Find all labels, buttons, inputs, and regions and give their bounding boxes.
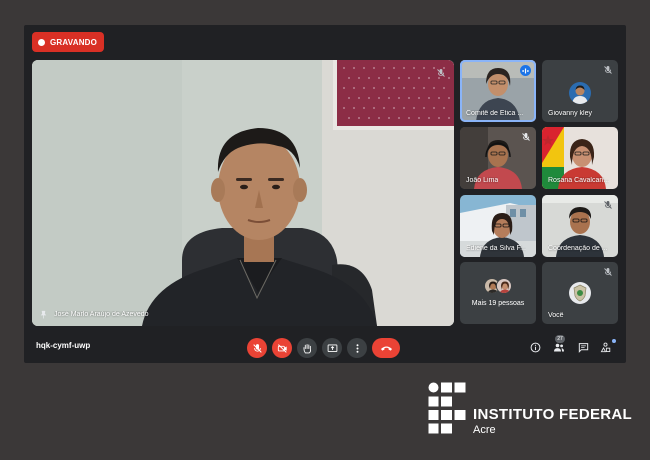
participant-count-badge: 27 xyxy=(555,335,565,343)
leave-call-button[interactable] xyxy=(372,338,400,358)
participant-tile-giovanny-kley[interactable]: Giovanny kley xyxy=(542,60,618,122)
participant-name: Você xyxy=(548,312,564,319)
mic-off-icon xyxy=(604,201,612,209)
participant-name: Rosana Cavalcan... xyxy=(548,177,610,184)
main-video-tile[interactable]: José Marlo Araújo de Azevedo xyxy=(32,60,454,326)
participant-tile-coordenacao[interactable]: Coordenação de ... xyxy=(542,195,618,257)
people-icon xyxy=(554,343,564,351)
mic-off-icon xyxy=(522,133,530,141)
recording-dot-icon xyxy=(38,38,45,46)
participant-tile-you[interactable]: Você xyxy=(542,262,618,324)
meeting-code: hqk-cymf-uwp xyxy=(36,341,91,350)
avatar xyxy=(569,82,591,104)
recording-badge: GRAVANDO xyxy=(32,32,105,52)
pin-icon[interactable] xyxy=(39,310,48,319)
participant-tile-comite-de-etica[interactable]: Comitê de Ética ... xyxy=(460,60,536,122)
participant-name: Coordenação de ... xyxy=(548,245,608,252)
info-icon xyxy=(530,342,540,352)
participant-tile-ediene[interactable]: Ediene da Silva F... xyxy=(460,195,536,257)
main-video-feed xyxy=(32,60,454,326)
participant-tile-joao-lima[interactable]: João Lima xyxy=(460,127,536,189)
participant-tile-rosana[interactable]: Rosana Cavalcan... xyxy=(542,127,618,189)
more-people-label: Mais 19 pessoas xyxy=(471,300,525,307)
institution-logo: INSTITUTO FEDERAL Acre xyxy=(428,382,633,440)
camera-toggle-button[interactable] xyxy=(272,338,292,358)
camera-off-icon xyxy=(277,343,287,353)
phone-hangup-icon xyxy=(380,346,392,351)
mic-off-icon xyxy=(252,343,262,353)
present-icon xyxy=(327,344,337,352)
participant-name: Giovanny kley xyxy=(548,110,592,117)
avatar xyxy=(496,278,512,294)
raise-hand-button[interactable] xyxy=(297,338,317,358)
avatar xyxy=(569,282,591,304)
bottom-toolbar: hqk-cymf-uwp 27 xyxy=(24,330,626,363)
more-people-tile[interactable]: Mais 19 pessoas xyxy=(460,262,536,324)
logo-name: INSTITUTO FEDERAL xyxy=(473,406,632,423)
meeting-info-button[interactable] xyxy=(528,340,542,354)
meet-window: GRAVANDO José Marlo Araújo de Azevedo Co… xyxy=(24,25,626,363)
hand-icon xyxy=(303,343,311,353)
present-screen-button[interactable] xyxy=(322,338,342,358)
participant-name: Ediene da Silva F... xyxy=(466,245,526,252)
chat-notification-dot xyxy=(612,339,616,343)
main-tile-name: José Marlo Araújo de Azevedo xyxy=(54,311,149,318)
ifac-logo-mark-icon xyxy=(428,382,466,434)
mic-off-icon xyxy=(604,66,612,74)
mic-off-icon xyxy=(437,69,445,77)
chat-icon xyxy=(578,342,588,353)
logo-subtitle: Acre xyxy=(473,424,496,436)
participant-name: Comitê de Ética ... xyxy=(466,110,524,117)
mic-off-icon xyxy=(604,268,612,276)
more-vert-icon xyxy=(356,343,358,353)
more-options-button[interactable] xyxy=(347,338,367,358)
activities-icon xyxy=(600,342,610,352)
recording-label: GRAVANDO xyxy=(50,37,98,47)
speaking-indicator-icon xyxy=(520,65,531,76)
participant-name: João Lima xyxy=(466,177,499,184)
mic-toggle-button[interactable] xyxy=(247,338,267,358)
chat-button[interactable] xyxy=(576,340,590,354)
activities-button[interactable] xyxy=(598,340,612,354)
